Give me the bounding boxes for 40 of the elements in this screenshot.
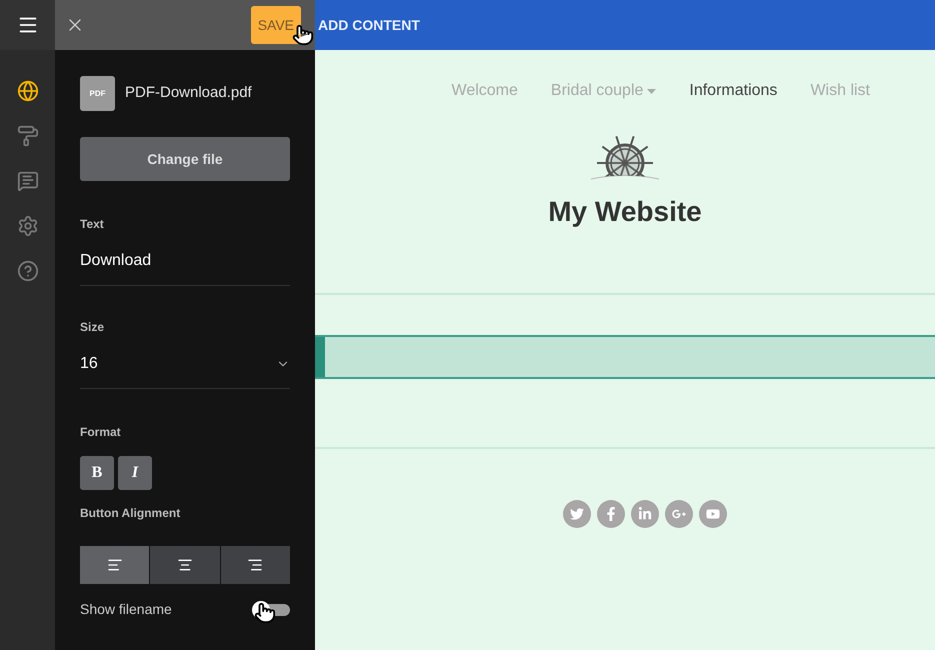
facebook-link[interactable] [597, 500, 625, 528]
section-label: Format [80, 424, 122, 441]
section-label: Button Alignment [80, 505, 182, 522]
rail-tab[interactable] [16, 79, 40, 103]
site-title: My Website [548, 195, 702, 229]
alignment-button[interactable] [80, 546, 150, 584]
alignment-button[interactable] [220, 546, 290, 584]
help-icon [16, 260, 38, 282]
globe-icon [16, 80, 38, 102]
add-content-button[interactable]: ADD CONTENT [318, 14, 420, 36]
align-center-icon [176, 557, 193, 573]
hand-cursor-icon [292, 24, 314, 46]
field-label: Size [80, 319, 106, 336]
linkedin-link[interactable] [631, 500, 659, 528]
save-button[interactable]: SAVE [250, 6, 301, 44]
youtube-icon [706, 507, 720, 521]
menu-button[interactable] [0, 0, 55, 50]
rail-tab[interactable] [16, 259, 40, 283]
toggle-label: Show filename [80, 600, 172, 619]
italic-button[interactable]: I [118, 456, 152, 490]
youtube-link[interactable] [699, 500, 727, 528]
rail-tab[interactable] [16, 124, 40, 148]
pdf-file-icon: PDF [80, 76, 115, 111]
nav-link[interactable]: Informations [689, 79, 778, 103]
hand-cursor-icon [254, 602, 276, 624]
field-label: Text [80, 216, 105, 233]
paint-roller-icon [16, 125, 38, 147]
align-right-icon [247, 557, 264, 573]
googleplus-icon [672, 507, 686, 521]
align-left-icon [106, 557, 123, 573]
size-select[interactable]: 16 [80, 352, 290, 389]
text-field[interactable]: Download [80, 249, 290, 286]
linkedin-icon [638, 507, 652, 521]
change-file-button[interactable]: Change file [80, 137, 290, 181]
settings-icon [16, 215, 38, 237]
twitter-link[interactable] [563, 500, 591, 528]
twitter-icon [570, 507, 584, 521]
googleplus-link[interactable] [665, 500, 693, 528]
file-name: PDF-Download.pdf [125, 83, 252, 104]
bold-button[interactable]: B [80, 456, 114, 490]
